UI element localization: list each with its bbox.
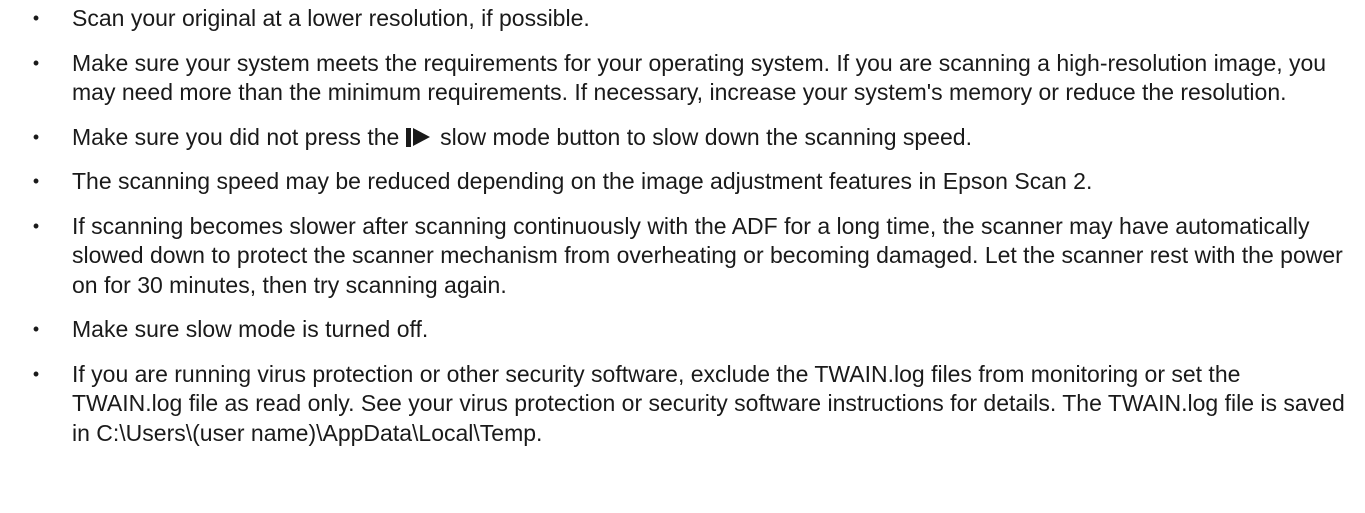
list-item: • The scanning speed may be reduced depe… (30, 167, 1345, 197)
list-item: • Scan your original at a lower resoluti… (30, 4, 1345, 34)
bullet-list: • Scan your original at a lower resoluti… (30, 4, 1345, 448)
bullet-icon: • (32, 52, 40, 73)
bullet-icon: • (32, 126, 40, 147)
bullet-icon: • (32, 363, 40, 384)
list-item: • Make sure your system meets the requir… (30, 49, 1345, 108)
list-item-text: The scanning speed may be reduced depend… (72, 168, 1093, 194)
list-item: • Make sure you did not press the slow m… (30, 123, 1345, 153)
bullet-icon: • (32, 8, 40, 28)
list-item: • If you are running virus protection or… (30, 360, 1345, 449)
list-item-text-before: Make sure you did not press the (72, 123, 400, 150)
list-item: • If scanning becomes slower after scann… (30, 212, 1345, 301)
list-item-text: If you are running virus protection or o… (72, 360, 1345, 446)
bullet-icon: • (32, 171, 40, 191)
list-item-text-after: slow mode button to slow down the scanni… (440, 123, 972, 150)
list-item-text: Make sure your system meets the requirem… (72, 49, 1327, 106)
slow-mode-button-icon (405, 127, 430, 147)
list-item-text: Scan your original at a lower resolution… (72, 5, 590, 31)
bullet-icon: • (32, 215, 40, 236)
document-page: • Scan your original at a lower resoluti… (0, 4, 1365, 513)
list-item-text: If scanning becomes slower after scannin… (72, 212, 1343, 298)
list-item: • Make sure slow mode is turned off. (30, 315, 1345, 345)
bullet-icon: • (32, 319, 40, 339)
list-item-text: Make sure slow mode is turned off. (72, 316, 429, 342)
